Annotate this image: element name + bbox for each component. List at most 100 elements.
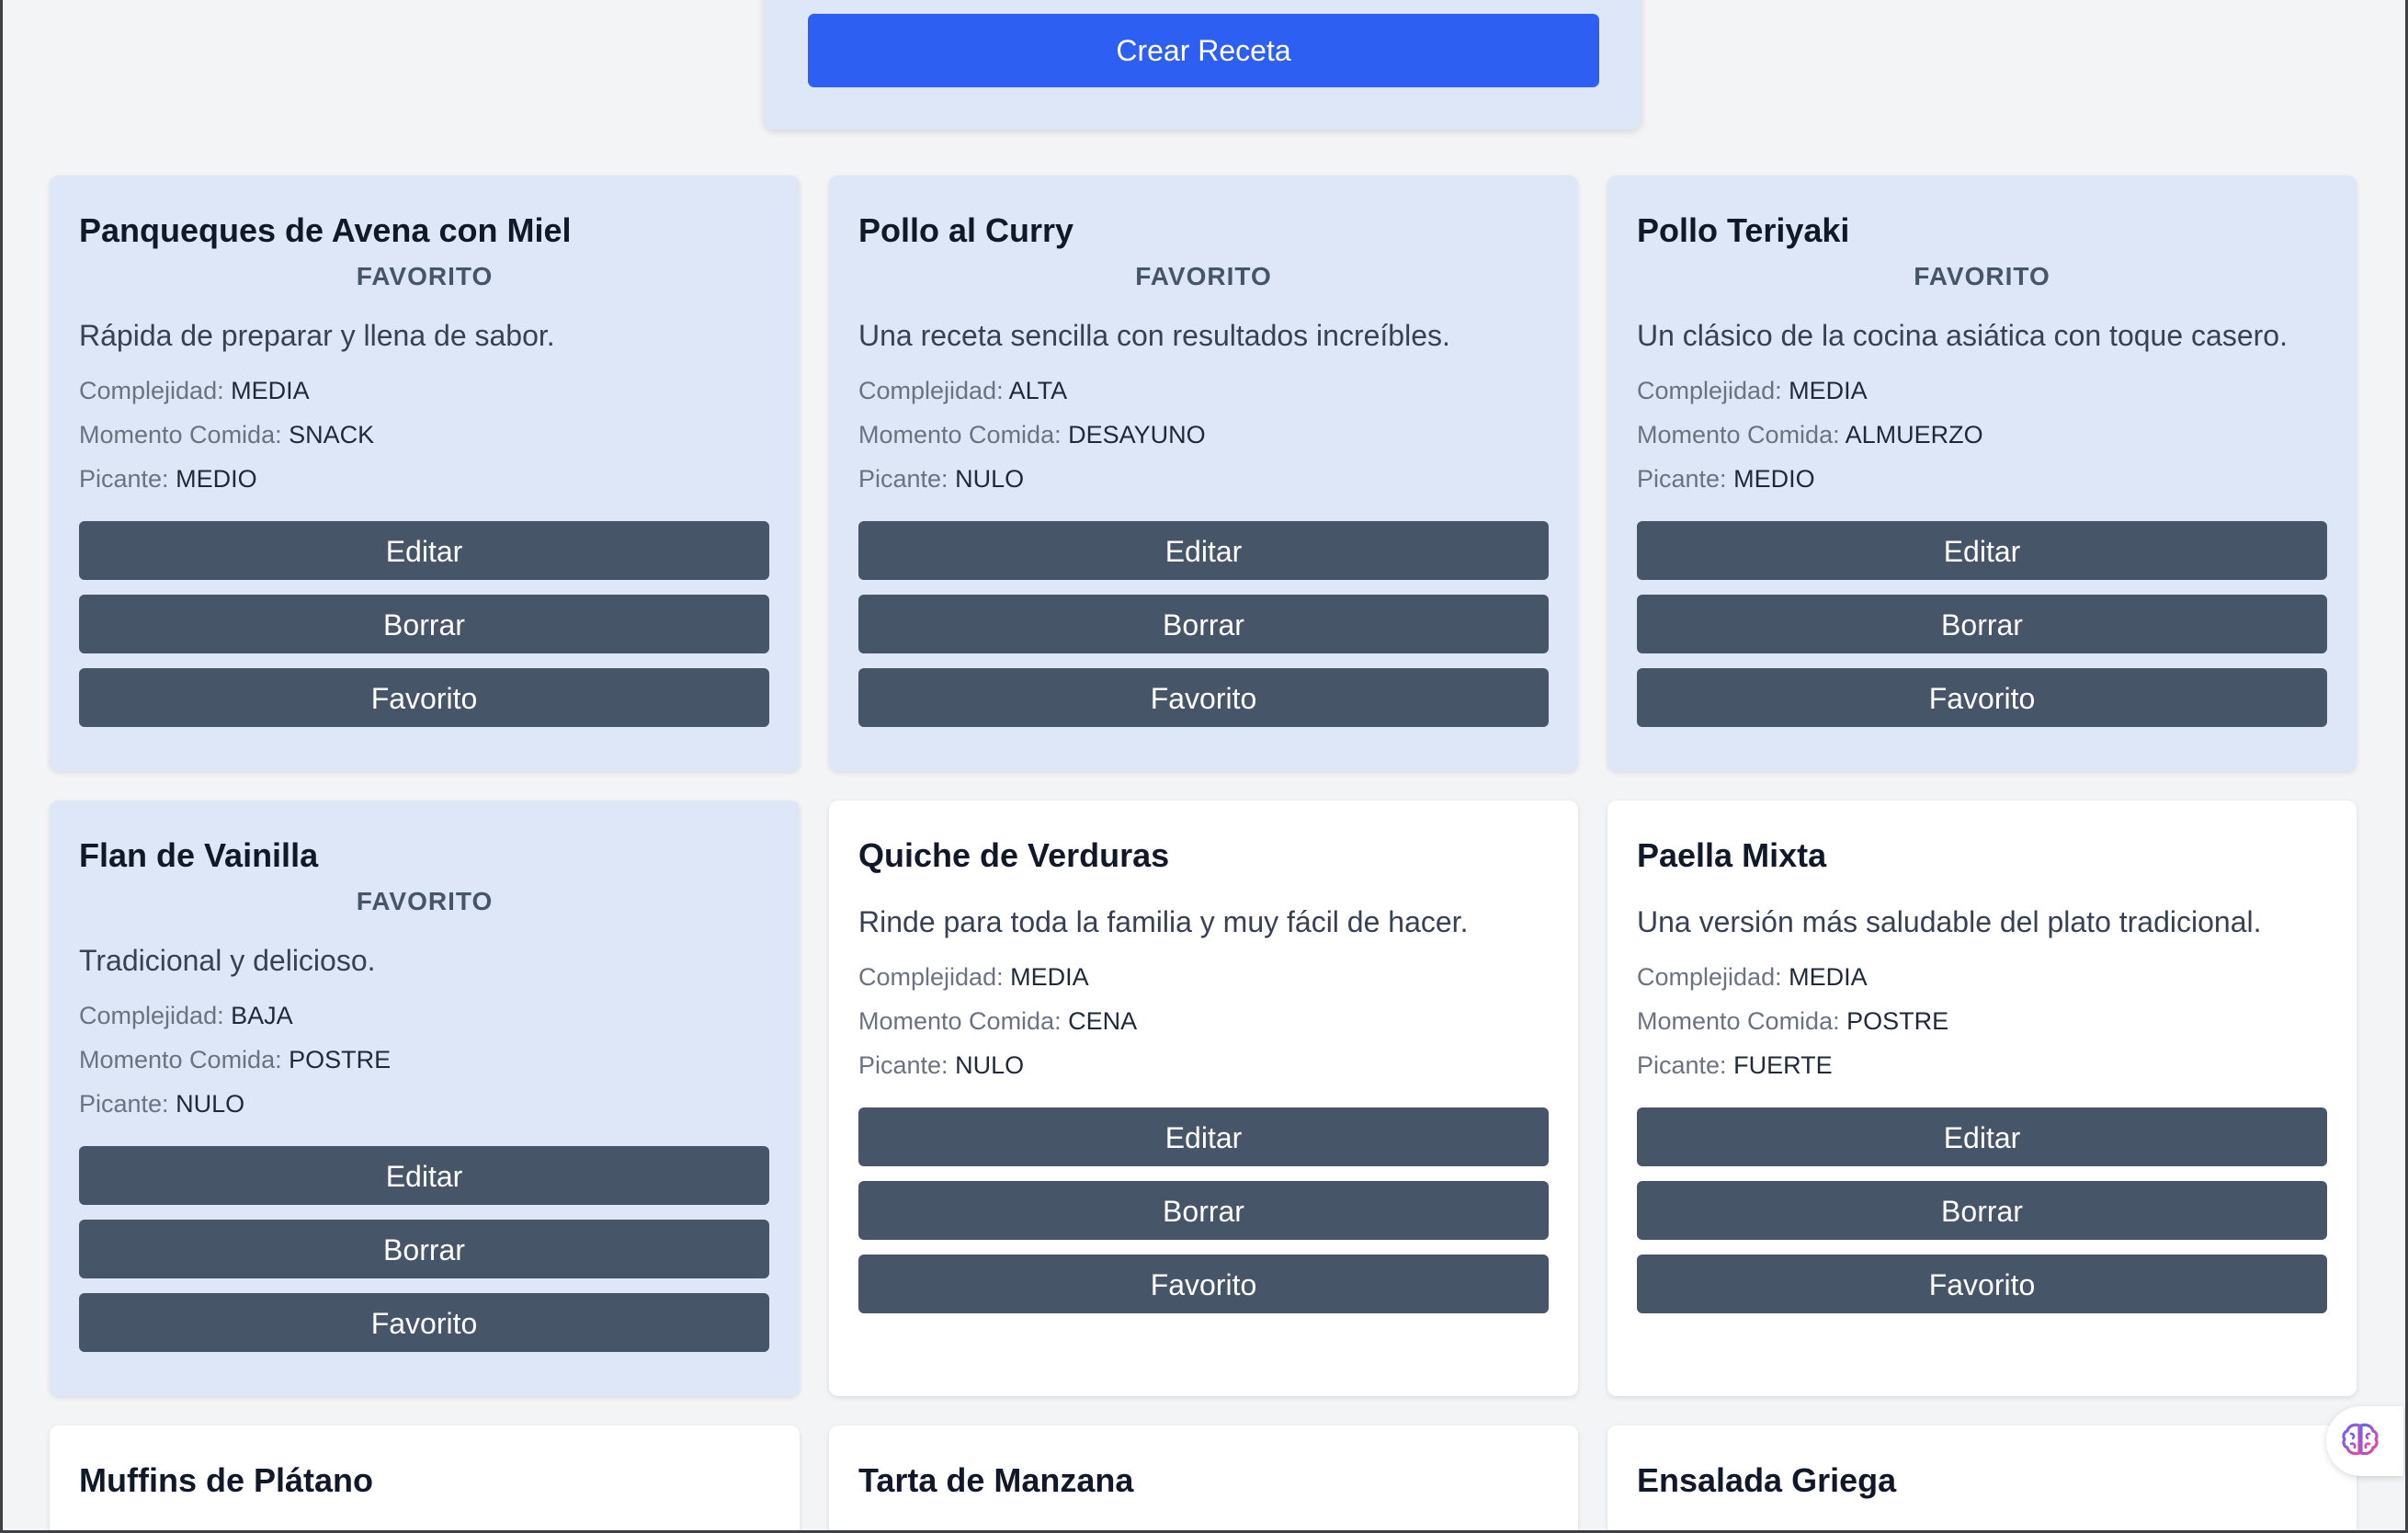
complexity-row: Complejidad: MEDIA xyxy=(858,955,1549,999)
assistant-launcher-button[interactable] xyxy=(2326,1406,2403,1476)
spicy-label: Picante: xyxy=(1637,1051,1727,1079)
spicy-value: NULO xyxy=(176,1090,245,1118)
spicy-row: Picante: MEDIO xyxy=(79,457,770,501)
spicy-row: Picante: FUERTE xyxy=(1637,1043,2327,1087)
edit-button[interactable]: Editar xyxy=(79,521,769,580)
complexity-label: Complejidad: xyxy=(79,377,224,404)
recipe-title: Paella Mixta xyxy=(1637,836,1827,874)
meal-time-label: Momento Comida: xyxy=(79,421,282,449)
favorite-badge: FAVORITO xyxy=(356,262,494,290)
edit-button[interactable]: Editar xyxy=(79,1146,769,1205)
complexity-label: Complejidad: xyxy=(1637,377,1782,404)
spicy-label: Picante: xyxy=(79,465,169,493)
favorite-button[interactable]: Favorito xyxy=(858,668,1549,727)
recipe-description: Una versión más saludable del plato trad… xyxy=(1637,905,2262,938)
recipe-card: Tarta de Manzana xyxy=(829,1425,1578,1530)
meal-time-label: Momento Comida: xyxy=(1637,421,1840,449)
recipe-title: Quiche de Verduras xyxy=(858,836,1170,874)
meal-time-row: Momento Comida: ALMUERZO xyxy=(1637,413,2327,457)
complexity-value: MEDIA xyxy=(1010,963,1089,991)
recipe-card: Pollo al Curry FAVORITO Una receta senci… xyxy=(829,176,1578,771)
spicy-value: NULO xyxy=(955,465,1025,493)
complexity-value: BAJA xyxy=(231,1002,293,1029)
spicy-value: NULO xyxy=(955,1051,1025,1079)
recipe-title: Tarta de Manzana xyxy=(858,1461,1134,1499)
favorite-button[interactable]: Favorito xyxy=(858,1255,1549,1313)
recipe-description: Un clásico de la cocina asiática con toq… xyxy=(1637,319,2288,352)
recipe-card: Quiche de Verduras Rinde para toda la fa… xyxy=(829,801,1578,1396)
delete-button[interactable]: Borrar xyxy=(858,1181,1549,1240)
favorite-button[interactable]: Favorito xyxy=(79,1293,769,1352)
complexity-row: Complejidad: ALTA xyxy=(858,369,1549,413)
spicy-label: Picante: xyxy=(1637,465,1727,493)
complexity-row: Complejidad: MEDIA xyxy=(1637,955,2327,999)
recipe-title: Muffins de Plátano xyxy=(79,1461,374,1499)
favorite-badge: FAVORITO xyxy=(1135,262,1272,290)
edit-button[interactable]: Editar xyxy=(858,1107,1549,1166)
spicy-label: Picante: xyxy=(858,1051,948,1079)
recipe-description: Una receta sencilla con resultados incre… xyxy=(858,319,1450,352)
recipe-description: Tradicional y delicioso. xyxy=(79,944,376,977)
favorite-button[interactable]: Favorito xyxy=(1637,668,2327,727)
spicy-row: Picante: NULO xyxy=(79,1082,770,1126)
meal-time-label: Momento Comida: xyxy=(1637,1007,1840,1035)
complexity-row: Complejidad: MEDIA xyxy=(1637,369,2327,413)
favorite-button[interactable]: Favorito xyxy=(79,668,769,727)
recipe-card: Pollo Teriyaki FAVORITO Un clásico de la… xyxy=(1607,176,2357,771)
recipe-title: Panqueques de Avena con Miel xyxy=(79,211,572,249)
recipe-card: Paella Mixta Una versión más saludable d… xyxy=(1607,801,2357,1396)
spicy-label: Picante: xyxy=(79,1090,169,1118)
recipe-title: Ensalada Griega xyxy=(1637,1461,1897,1499)
spicy-row: Picante: NULO xyxy=(858,1043,1549,1087)
brain-icon xyxy=(2339,1418,2381,1465)
spicy-row: Picante: MEDIO xyxy=(1637,457,2327,501)
recipe-card: Muffins de Plátano xyxy=(50,1425,800,1530)
spicy-value: FUERTE xyxy=(1733,1051,1833,1079)
meal-time-label: Momento Comida: xyxy=(79,1046,282,1073)
spicy-label: Picante: xyxy=(858,465,948,493)
delete-button[interactable]: Borrar xyxy=(858,595,1549,653)
complexity-value: ALTA xyxy=(1008,377,1068,404)
edit-button[interactable]: Editar xyxy=(1637,1107,2327,1166)
favorite-button[interactable]: Favorito xyxy=(1637,1255,2327,1313)
create-recipe-panel: Crear Receta xyxy=(764,0,1641,130)
favorite-badge: FAVORITO xyxy=(356,887,494,915)
recipe-card: Flan de Vainilla FAVORITO Tradicional y … xyxy=(50,801,800,1396)
complexity-value: MEDIA xyxy=(231,377,310,404)
complexity-label: Complejidad: xyxy=(858,377,1004,404)
complexity-value: MEDIA xyxy=(1789,963,1868,991)
meal-time-value: ALMUERZO xyxy=(1845,421,1983,449)
meal-time-value: DESAYUNO xyxy=(1068,421,1206,449)
complexity-label: Complejidad: xyxy=(858,963,1004,991)
edit-button[interactable]: Editar xyxy=(1637,521,2327,580)
complexity-row: Complejidad: MEDIA xyxy=(79,369,770,413)
complexity-label: Complejidad: xyxy=(79,1002,224,1029)
complexity-value: MEDIA xyxy=(1789,377,1868,404)
spicy-row: Picante: NULO xyxy=(858,457,1549,501)
meal-time-value: CENA xyxy=(1068,1007,1138,1035)
delete-button[interactable]: Borrar xyxy=(1637,595,2327,653)
create-recipe-button[interactable]: Crear Receta xyxy=(808,14,1599,87)
recipe-description: Rápida de preparar y llena de sabor. xyxy=(79,319,555,352)
meal-time-row: Momento Comida: POSTRE xyxy=(79,1038,770,1082)
meal-time-row: Momento Comida: CENA xyxy=(858,999,1549,1043)
recipe-title: Pollo al Curry xyxy=(858,211,1074,249)
meal-time-label: Momento Comida: xyxy=(858,421,1062,449)
recipe-description: Rinde para toda la familia y muy fácil d… xyxy=(858,905,1469,938)
spicy-value: MEDIO xyxy=(176,465,257,493)
meal-time-row: Momento Comida: SNACK xyxy=(79,413,770,457)
meal-time-row: Momento Comida: POSTRE xyxy=(1637,999,2327,1043)
favorite-badge: FAVORITO xyxy=(1914,262,2050,290)
complexity-row: Complejidad: BAJA xyxy=(79,994,770,1038)
delete-button[interactable]: Borrar xyxy=(79,1220,769,1278)
meal-time-value: POSTRE xyxy=(289,1046,392,1073)
meal-time-value: POSTRE xyxy=(1846,1007,1949,1035)
delete-button[interactable]: Borrar xyxy=(79,595,769,653)
recipe-card: Panqueques de Avena con Miel FAVORITO Rá… xyxy=(50,176,800,771)
edit-button[interactable]: Editar xyxy=(858,521,1549,580)
page: Crear Receta Panqueques de Avena con Mie… xyxy=(0,0,2408,1533)
recipe-title: Flan de Vainilla xyxy=(79,836,319,874)
delete-button[interactable]: Borrar xyxy=(1637,1181,2327,1240)
recipe-grid: Panqueques de Avena con Miel FAVORITO Rá… xyxy=(50,176,2357,1530)
recipe-title: Pollo Teriyaki xyxy=(1637,211,1850,249)
